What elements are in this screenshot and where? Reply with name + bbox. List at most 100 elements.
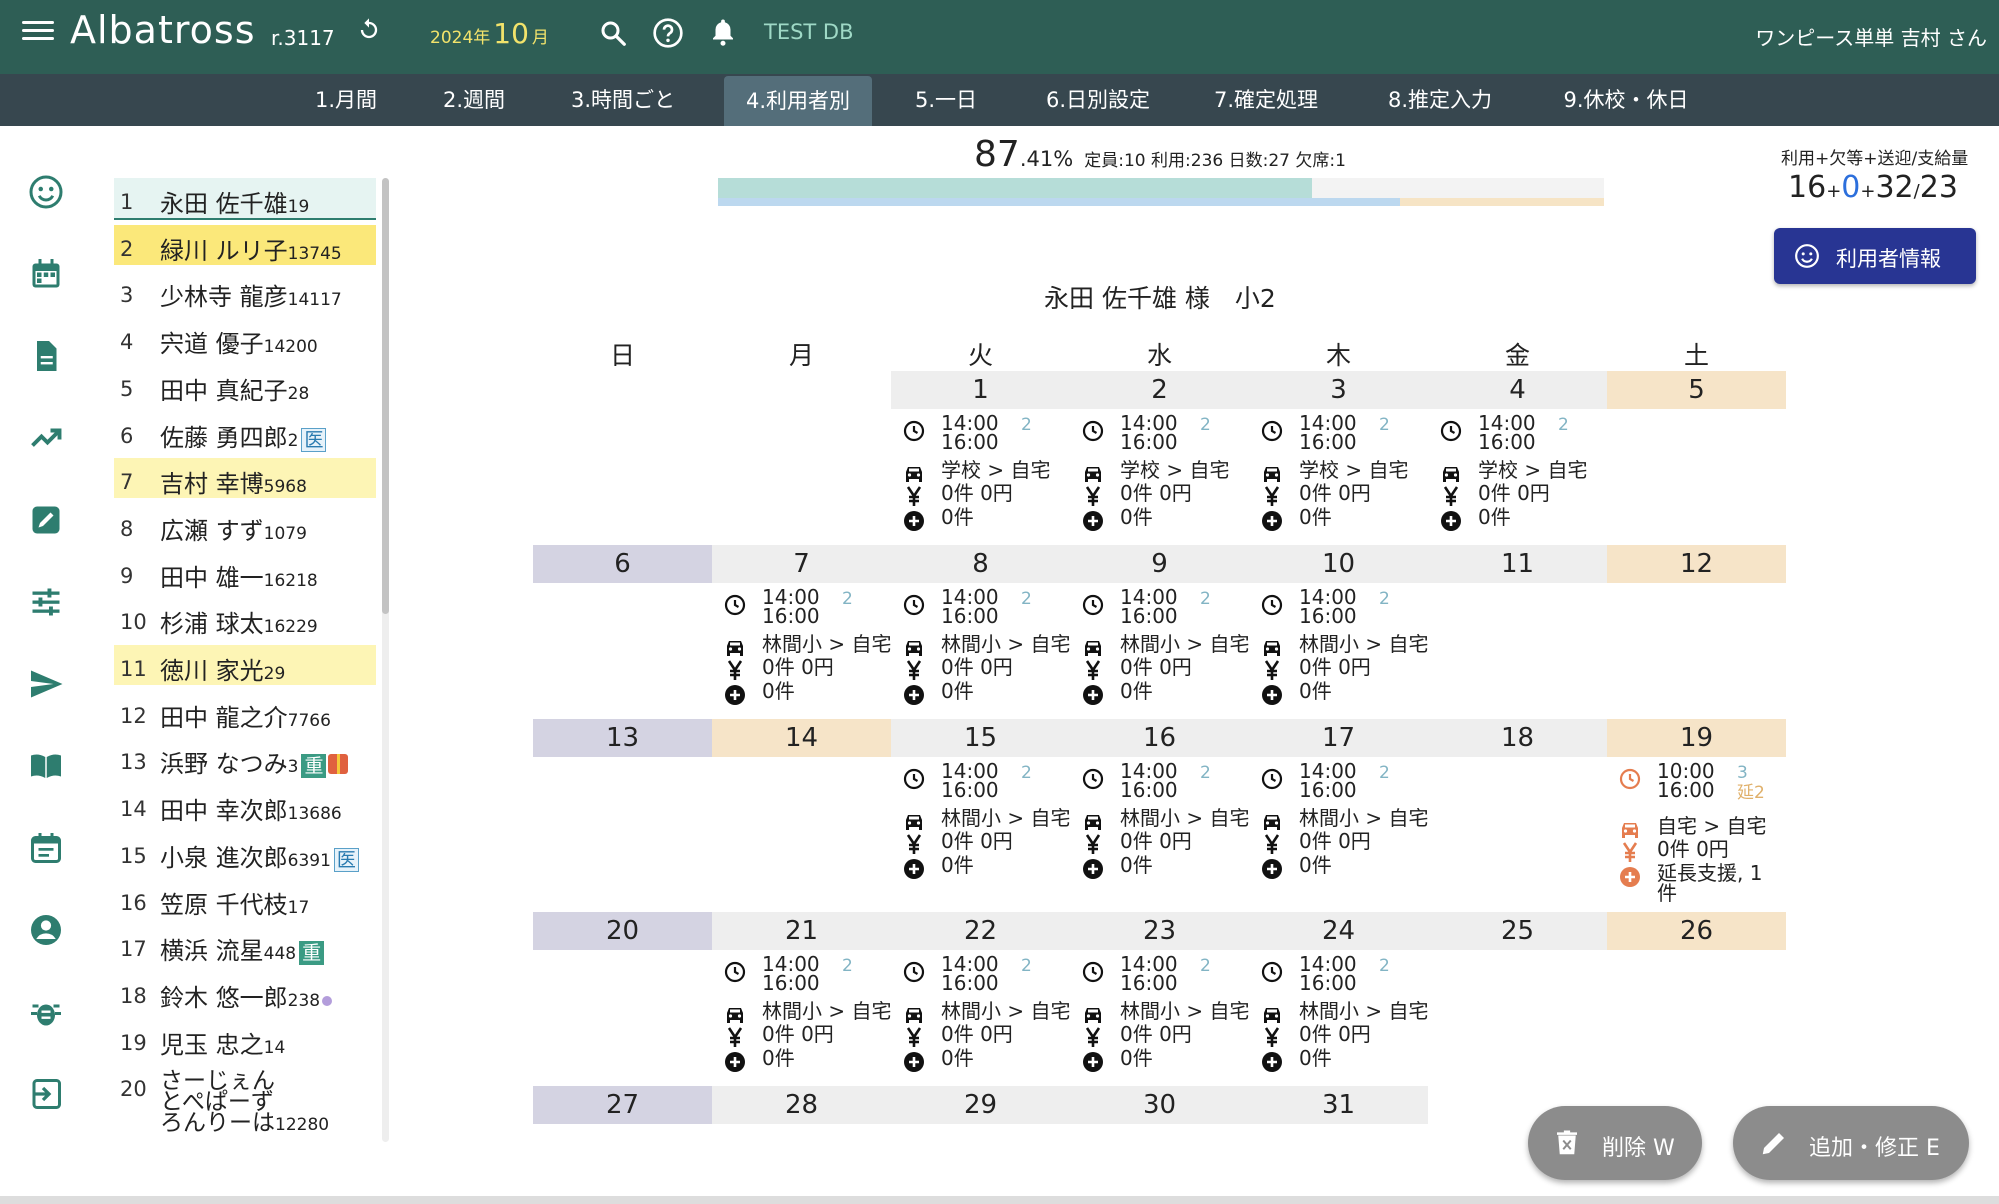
day-16-entry[interactable]: 14:00 16:00 2 林間小 > 自宅 0件 0円 0件 [1070, 761, 1249, 912]
day-5-header[interactable]: 5 [1607, 371, 1786, 409]
day-14-header[interactable]: 14 [712, 719, 891, 757]
day-8-header[interactable]: 8 [891, 545, 1070, 583]
tab-weekly[interactable]: 2.週間 [426, 74, 522, 126]
user-list-item[interactable]: 4 宍道 優子14200 [114, 318, 376, 358]
day-7-header[interactable]: 7 [712, 545, 891, 583]
day-9-header[interactable]: 9 [1070, 545, 1249, 583]
day-3-entry[interactable]: 14:00 16:00 2 学校 > 自宅 0件 0円 0件 [1249, 413, 1428, 545]
bug-icon[interactable] [28, 994, 64, 1030]
user-list-item[interactable]: 12 田中 龍之介7766 [114, 692, 376, 732]
day-23-entry[interactable]: 14:00 16:00 2 林間小 > 自宅 0件 0円 0件 [1070, 954, 1249, 1086]
user-list-item[interactable]: 5 田中 真紀子28 [114, 365, 376, 405]
tab-confirm[interactable]: 7.確定処理 [1198, 74, 1334, 126]
user-list-item[interactable]: 6 佐藤 勇四郎2 医 [114, 412, 376, 452]
day-29-header[interactable]: 29 [891, 1086, 1070, 1124]
day-6-header[interactable]: 6 [533, 545, 712, 583]
tab-by-user[interactable]: 4.利用者別 [724, 76, 872, 126]
day-20-header[interactable]: 20 [533, 912, 712, 950]
day-18-header[interactable]: 18 [1428, 719, 1607, 757]
tab-day-settings[interactable]: 6.日別設定 [1030, 74, 1166, 126]
delete-button[interactable]: 削除 W [1528, 1106, 1702, 1180]
user-list-item[interactable]: 14 田中 幸次郎13686 [114, 785, 376, 825]
day-3-header[interactable]: 3 [1249, 371, 1428, 409]
day-31-header[interactable]: 31 [1249, 1086, 1428, 1124]
tab-hourly[interactable]: 3.時間ごと [554, 74, 692, 126]
month-selector[interactable]: 2024年 10 月 [430, 17, 549, 50]
day-22-entry[interactable]: 14:00 16:00 2 林間小 > 自宅 0件 0円 0件 [891, 954, 1070, 1086]
user-list-scrollbar[interactable] [382, 178, 389, 1142]
day-15-entry[interactable]: 14:00 16:00 2 林間小 > 自宅 0件 0円 0件 [891, 761, 1070, 912]
hamburger-menu-icon[interactable] [22, 16, 54, 44]
add-edit-button[interactable]: 追加・修正 E [1733, 1106, 1969, 1180]
user-list-item[interactable]: 16 笠原 千代枝17 [114, 879, 376, 919]
edit-icon[interactable] [28, 502, 64, 538]
tab-school-holidays[interactable]: 9.休校・休日 [1552, 74, 1700, 126]
day-21-entry[interactable]: 14:00 16:00 2 林間小 > 自宅 0件 0円 0件 [712, 954, 891, 1086]
day-28-header[interactable]: 28 [712, 1086, 891, 1124]
day-30-header[interactable]: 30 [1070, 1086, 1249, 1124]
user-info-button[interactable]: 利用者情報 [1774, 228, 1976, 284]
user-list-item[interactable]: 1 永田 佐千雄19 [114, 178, 376, 220]
document-icon[interactable] [28, 338, 64, 374]
scrollbar-thumb[interactable] [382, 178, 389, 614]
user-list-item[interactable]: 15 小泉 進次郎6391 医 [114, 832, 376, 872]
notification-bell-icon[interactable] [708, 15, 738, 49]
user-list-item[interactable]: 7 吉村 幸博5968 [114, 458, 376, 499]
day-17-header[interactable]: 17 [1249, 719, 1428, 757]
day-12-header[interactable]: 12 [1607, 545, 1786, 583]
day-4-header[interactable]: 4 [1428, 371, 1607, 409]
day-27-header[interactable]: 27 [533, 1086, 712, 1124]
tab-monthly[interactable]: 1.月間 [298, 74, 394, 126]
day-4-entry[interactable]: 14:00 16:00 2 学校 > 自宅 0件 0円 0件 [1428, 413, 1607, 545]
day-11-header[interactable]: 11 [1428, 545, 1607, 583]
calendar-icon[interactable] [28, 256, 64, 292]
user-list-item[interactable]: 2 緑川 ルリ子13745 [114, 224, 376, 265]
day-7-entry[interactable]: 14:00 16:00 2 林間小 > 自宅 0件 0円 0件 [712, 587, 891, 719]
day-15-header[interactable]: 15 [891, 719, 1070, 757]
day-2-header[interactable]: 2 [1070, 371, 1249, 409]
user-list-item[interactable]: 8 広瀬 すず1079 [114, 505, 376, 545]
day-24-entry[interactable]: 14:00 16:00 2 林間小 > 自宅 0件 0円 0件 [1249, 954, 1428, 1086]
trending-up-icon[interactable] [28, 420, 64, 456]
search-icon[interactable] [598, 18, 628, 48]
day-26-header[interactable]: 26 [1607, 912, 1786, 950]
day-8-entry[interactable]: 14:00 16:00 2 林間小 > 自宅 0件 0円 0件 [891, 587, 1070, 719]
day-1-header[interactable]: 1 [891, 371, 1070, 409]
day-10-entry[interactable]: 14:00 16:00 2 林間小 > 自宅 0件 0円 0件 [1249, 587, 1428, 719]
tab-daily[interactable]: 5.一日 [902, 74, 990, 126]
day-13-header[interactable]: 13 [533, 719, 712, 757]
user-list-item[interactable]: 18 鈴木 悠一郎238 [114, 972, 376, 1012]
user-list-item[interactable]: 20 さーじぇん とぺぱーず ろんりーは12280 [114, 1065, 376, 1136]
day-23-header[interactable]: 23 [1070, 912, 1249, 950]
day-9-entry[interactable]: 14:00 16:00 2 林間小 > 自宅 0件 0円 0件 [1070, 587, 1249, 719]
user-list-item[interactable]: 17 横浜 流星448 重 [114, 925, 376, 966]
help-icon[interactable] [652, 17, 684, 49]
send-icon[interactable] [28, 666, 64, 702]
day-2-entry[interactable]: 14:00 16:00 2 学校 > 自宅 0件 0円 0件 [1070, 413, 1249, 545]
day-19-entry[interactable]: 10:00 16:00 3 延2 自宅 > 自宅 0件 0円 延長支援, 1件 [1607, 761, 1786, 912]
day-24-header[interactable]: 24 [1249, 912, 1428, 950]
user-list-item[interactable]: 10 杉浦 球太16229 [114, 598, 376, 638]
day-22-header[interactable]: 22 [891, 912, 1070, 950]
day-21-header[interactable]: 21 [712, 912, 891, 950]
smiley-icon[interactable] [28, 174, 64, 210]
user-list-item[interactable]: 13 浜野 なつみ3 重 [114, 738, 376, 779]
day-1-entry[interactable]: 14:00 16:00 2 学校 > 自宅 0件 0円 0件 [891, 413, 1070, 545]
settings-sliders-icon[interactable] [28, 584, 64, 620]
user-list-item[interactable]: 19 児玉 忠之14 [114, 1019, 376, 1059]
user-list-item[interactable]: 11 徳川 家光29 [114, 645, 376, 685]
day-16-header[interactable]: 16 [1070, 719, 1249, 757]
account-circle-icon[interactable] [28, 912, 64, 948]
user-list-item[interactable]: 3 少林寺 龍彦14117 [114, 271, 376, 311]
book-icon[interactable] [28, 748, 64, 784]
logout-icon[interactable] [28, 1076, 64, 1112]
user-list-item[interactable]: 9 田中 雄一16218 [114, 552, 376, 592]
current-user[interactable]: ワンピース単単 吉村 さん [1755, 22, 1987, 51]
day-17-entry[interactable]: 14:00 16:00 2 林間小 > 自宅 0件 0円 0件 [1249, 761, 1428, 912]
event-note-icon[interactable] [28, 830, 64, 866]
tab-estimate-input[interactable]: 8.推定入力 [1372, 74, 1508, 126]
day-25-header[interactable]: 25 [1428, 912, 1607, 950]
day-19-header[interactable]: 19 [1607, 719, 1786, 757]
day-10-header[interactable]: 10 [1249, 545, 1428, 583]
reload-icon[interactable] [355, 16, 383, 44]
